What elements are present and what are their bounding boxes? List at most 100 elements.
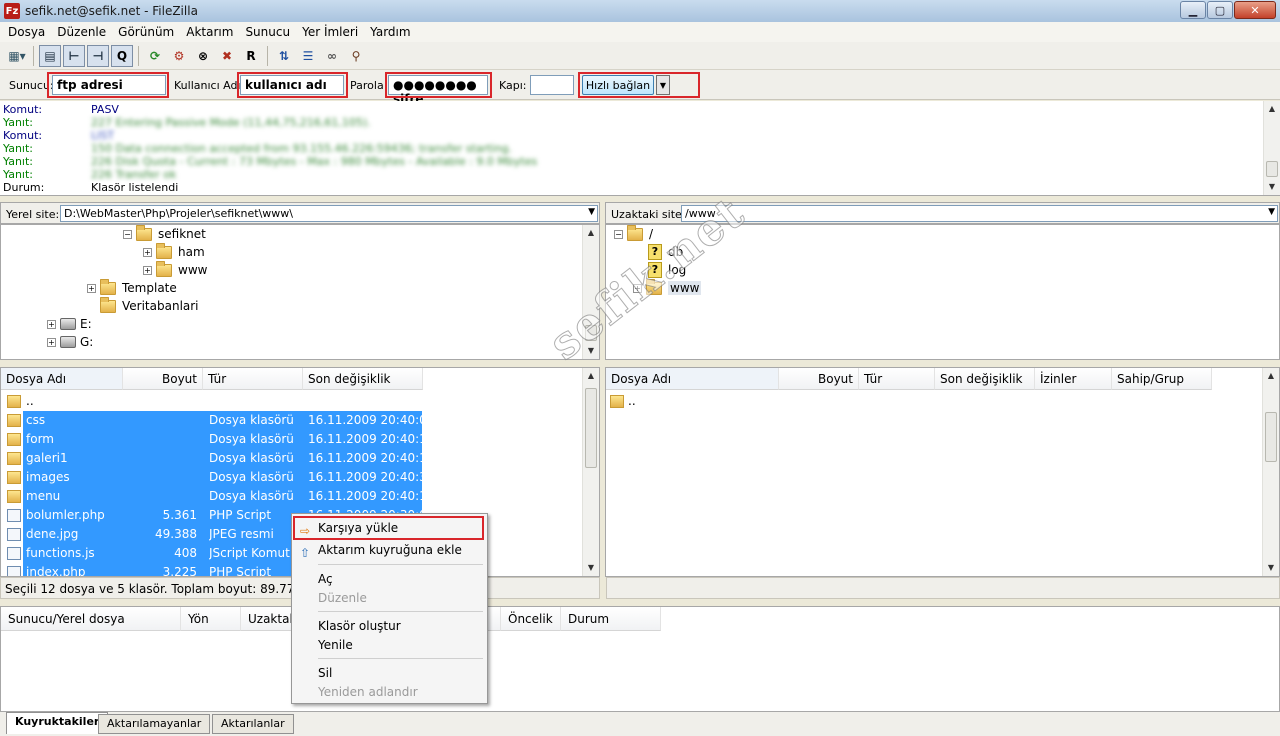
column-header-date[interactable]: Son değişiklik (303, 368, 423, 390)
tree-node[interactable]: + www (143, 260, 207, 279)
compare-icon[interactable]: ☰ (297, 45, 319, 67)
queue-header-priority[interactable]: Öncelik (501, 607, 561, 631)
file-size: 49.388 (155, 527, 197, 541)
table-row[interactable]: .. (1, 392, 581, 411)
table-row[interactable]: form Dosya klasörü 16.11.2009 20:40:14 (1, 430, 581, 449)
log-scrollbar[interactable]: ▲ ▼ (1263, 101, 1280, 195)
tree-node[interactable]: − sefiknet (123, 225, 206, 243)
remote-site-label: Uzaktaki site: (611, 208, 686, 221)
tree-node[interactable]: + ham (143, 242, 205, 261)
column-header-size[interactable]: Boyut (123, 368, 203, 390)
tree-node[interactable]: + www (633, 278, 702, 297)
menu-duzenle[interactable]: Düzenle (51, 22, 112, 42)
menu-item-add-to-queue[interactable]: ⇧ Aktarım kuyruğuna ekle (294, 540, 485, 560)
menu-item-edit: Düzenle (318, 591, 367, 605)
column-header-name[interactable]: Dosya Adı (606, 368, 779, 390)
maximize-button[interactable]: ▢ (1207, 1, 1233, 19)
column-header-permissions[interactable]: İzinler (1035, 368, 1112, 390)
column-header-name[interactable]: Dosya Adı (1, 368, 123, 390)
menu-yardim[interactable]: Yardım (364, 22, 416, 42)
queue-add-icon: ⇧ (300, 546, 311, 560)
menu-item-create-folder[interactable]: Klasör oluştur (294, 616, 485, 636)
queue-header-direction[interactable]: Yön (181, 607, 241, 631)
file-name: css (26, 413, 46, 427)
highlight-password (385, 72, 492, 98)
menu-dosya[interactable]: Dosya (2, 22, 51, 42)
toggle-local-tree-icon[interactable]: ⊢ (63, 44, 85, 67)
tab-queued[interactable]: Kuyruktakiler (6, 712, 109, 734)
menu-gorunum[interactable]: Görünüm (112, 22, 180, 42)
directory-filter-icon[interactable]: ⇅ (273, 45, 295, 67)
list-item[interactable]: .. (606, 392, 1206, 411)
disconnect-icon[interactable]: ✖ (216, 45, 238, 67)
menu-item-open[interactable]: Aç (294, 569, 485, 589)
local-tree-scrollbar[interactable]: ▲ ▼ (582, 225, 599, 359)
local-site-label: Yerel site: (6, 208, 60, 221)
sync-browsing-icon[interactable]: ∞ (321, 45, 343, 67)
tab-failed[interactable]: Aktarılamayanlar (98, 714, 211, 734)
folder-icon (7, 471, 21, 484)
file-type: PHP Script (209, 565, 272, 577)
menu-sunucu[interactable]: Sunucu (239, 22, 296, 42)
local-path-text: D:\WebMaster\Php\Projeler\sefiknet\www\ (64, 207, 294, 220)
queue-header-local[interactable]: Sunucu/Yerel dosya (1, 607, 181, 631)
transfer-queue: Sunucu/Yerel dosya Yön Uzaktaki dosya Bo… (0, 606, 1280, 712)
log-row: Yanıt: 150 Data connection accepted from … (3, 142, 513, 155)
chevron-down-icon[interactable]: ▼ (1268, 207, 1275, 217)
reconnect-icon[interactable]: R (240, 45, 262, 67)
tree-node[interactable]: − / (614, 225, 653, 243)
refresh-icon[interactable]: ⟳ (144, 45, 166, 67)
folder-icon (7, 490, 21, 503)
tree-node[interactable]: + G: (47, 333, 93, 351)
column-header-type[interactable]: Tür (203, 368, 303, 390)
queue-header-status[interactable]: Durum (561, 607, 661, 631)
remote-path-text: /www (685, 207, 716, 220)
remote-path-combo[interactable]: /www ▼ (681, 205, 1278, 222)
tab-successful[interactable]: Aktarılanlar (212, 714, 294, 734)
local-path-combo[interactable]: D:\WebMaster\Php\Projeler\sefiknet\www\ … (60, 205, 598, 222)
close-button[interactable]: ✕ (1234, 1, 1276, 19)
column-header-owner[interactable]: Sahip/Grup (1112, 368, 1212, 390)
menu-yer-imleri[interactable]: Yer İmleri (296, 22, 364, 42)
table-row[interactable]: menu Dosya klasörü 16.11.2009 20:40:14 (1, 487, 581, 506)
local-list-scrollbar[interactable]: ▲ ▼ (582, 368, 599, 576)
menu-item-delete[interactable]: Sil (294, 663, 485, 683)
remote-tree: − / ? db ? log + www (605, 224, 1280, 360)
table-row[interactable]: images Dosya klasörü 16.11.2009 20:40:30 (1, 468, 581, 487)
table-row[interactable]: css Dosya klasörü 16.11.2009 20:40:02 (1, 411, 581, 430)
unknown-folder-icon: ? (648, 244, 662, 260)
toggle-message-log-icon[interactable]: ▤ (39, 44, 61, 67)
quickconnect-dropdown-button[interactable]: ▼ (656, 75, 670, 95)
menu-aktarim[interactable]: Aktarım (180, 22, 239, 42)
menu-item-refresh[interactable]: Yenile (294, 635, 485, 655)
log-row: Yanıt: 226 Disk Quota - Current : 73 Mbyt… (3, 155, 538, 168)
toggle-remote-tree-icon[interactable]: ⊣ (87, 44, 109, 67)
tree-node[interactable]: + E: (47, 315, 92, 333)
tree-node[interactable]: ? log (648, 261, 686, 279)
title-bar: Fz sefik.net@sefik.net - FileZilla ▁ ▢ ✕ (0, 0, 1280, 22)
search-icon[interactable]: ⚲ (345, 45, 367, 67)
chevron-down-icon[interactable]: ▼ (588, 207, 595, 217)
folder-icon (156, 242, 172, 259)
port-input[interactable] (530, 75, 574, 95)
file-icon (7, 547, 21, 560)
tree-node[interactable]: ? db (648, 243, 683, 261)
highlight-upload (293, 516, 484, 540)
column-header-type[interactable]: Tür (859, 368, 935, 390)
table-row[interactable]: galeri1 Dosya klasörü 16.11.2009 20:40:18 (1, 449, 581, 468)
tree-node[interactable]: + Template (87, 278, 177, 297)
site-manager-icon[interactable]: ▦▾ (6, 45, 28, 67)
cancel-icon[interactable]: ⊗ (192, 45, 214, 67)
file-date: 16.11.2009 20:40:02 (308, 413, 422, 427)
folder-icon (100, 296, 116, 313)
column-header-size[interactable]: Boyut (779, 368, 859, 390)
column-header-date[interactable]: Son değişiklik (935, 368, 1035, 390)
quickconnect-button[interactable]: Hızlı bağlan (582, 75, 654, 95)
tree-node[interactable]: Veritabanlari (100, 296, 199, 315)
process-queue-icon[interactable]: ⚙ (168, 45, 190, 67)
remote-list-scrollbar[interactable]: ▲ ▼ (1262, 368, 1279, 576)
minimize-button[interactable]: ▁ (1180, 1, 1206, 19)
folder-icon (136, 225, 152, 241)
toggle-queue-icon[interactable]: Q (111, 44, 133, 67)
menu-bar: Dosya Düzenle Görünüm Aktarım Sunucu Yer… (0, 22, 1280, 42)
